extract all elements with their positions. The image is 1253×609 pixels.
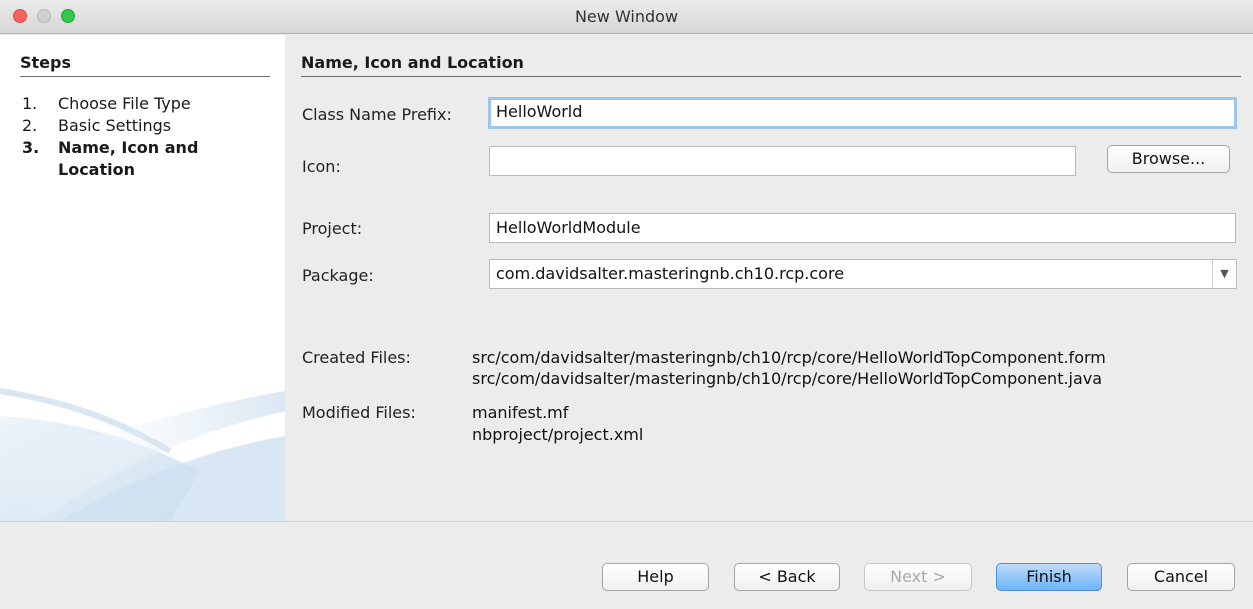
- modified-files-label: Modified Files:: [302, 403, 416, 422]
- package-combo[interactable]: com.davidsalter.masteringnb.ch10.rcp.cor…: [489, 259, 1237, 289]
- button-bar: Help < Back Next > Finish Cancel: [0, 522, 1253, 609]
- created-file-path: src/com/davidsalter/masteringnb/ch10/rcp…: [472, 369, 1103, 388]
- step-label: Name, Icon and Location: [58, 138, 199, 179]
- browse-button[interactable]: Browse...: [1107, 145, 1230, 173]
- steps-panel: Steps 1. Choose File Type 2. Basic Setti…: [0, 35, 285, 521]
- package-value: com.davidsalter.masteringnb.ch10.rcp.cor…: [496, 264, 845, 283]
- cancel-button[interactable]: Cancel: [1127, 563, 1235, 591]
- steps-heading: Steps: [20, 53, 270, 77]
- back-button[interactable]: < Back: [734, 563, 840, 591]
- modified-file-path: nbproject/project.xml: [472, 425, 644, 444]
- step-item-current: 3. Name, Icon and Location: [22, 137, 272, 181]
- wizard-content: Name, Icon and Location Class Name Prefi…: [285, 35, 1253, 521]
- created-file-path: src/com/davidsalter/masteringnb/ch10/rcp…: [472, 348, 1106, 367]
- project-label: Project:: [302, 219, 363, 238]
- class-name-prefix-label: Class Name Prefix:: [302, 105, 452, 124]
- window-title: New Window: [574, 7, 679, 26]
- step-number: 2.: [22, 116, 38, 135]
- next-button[interactable]: Next >: [864, 563, 972, 591]
- project-field: HelloWorldModule: [489, 213, 1236, 243]
- finish-button[interactable]: Finish: [996, 563, 1102, 591]
- step-number: 3.: [22, 138, 40, 157]
- package-label: Package:: [302, 266, 374, 285]
- title-bar: New Window: [0, 0, 1253, 34]
- class-name-prefix-input[interactable]: HelloWorld: [488, 97, 1237, 129]
- icon-label: Icon:: [302, 157, 341, 176]
- modified-file-path: manifest.mf: [472, 403, 569, 422]
- created-files-label: Created Files:: [302, 348, 411, 367]
- step-label: Choose File Type: [58, 94, 191, 113]
- chevron-down-icon[interactable]: ▼: [1212, 260, 1236, 288]
- step-item: 2. Basic Settings: [22, 115, 272, 137]
- section-heading: Name, Icon and Location: [301, 53, 1241, 77]
- step-item: 1. Choose File Type: [22, 93, 272, 115]
- step-label: Basic Settings: [58, 116, 172, 135]
- wizard-decoration-graphic: [0, 388, 285, 521]
- icon-path-input[interactable]: [489, 146, 1076, 176]
- steps-list: 1. Choose File Type 2. Basic Settings 3.…: [22, 93, 272, 181]
- help-button[interactable]: Help: [602, 563, 709, 591]
- step-number: 1.: [22, 94, 38, 113]
